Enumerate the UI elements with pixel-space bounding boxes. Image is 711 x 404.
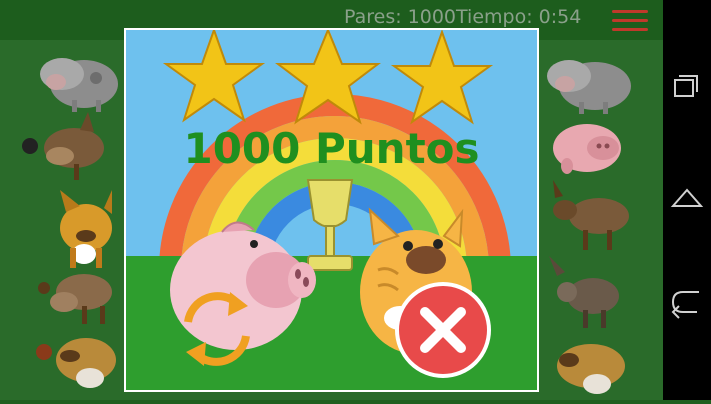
card-donkey[interactable] (22, 112, 104, 180)
system-nav-bar (663, 0, 711, 400)
status-text: Pares: 1000Tiempo: 0:54 (344, 6, 582, 28)
card-pig[interactable] (553, 124, 621, 174)
score-text: 1000 Puntos (183, 124, 480, 173)
card-dog[interactable] (36, 338, 116, 388)
card-cow[interactable] (547, 60, 631, 114)
card-dog[interactable] (557, 344, 625, 394)
menu-icon[interactable] (612, 10, 648, 32)
board-left-column (0, 40, 124, 400)
card-cow[interactable] (40, 58, 118, 112)
result-dialog: 1000 Puntos (124, 28, 539, 392)
home-icon[interactable] (670, 188, 704, 207)
card-donkey[interactable] (549, 256, 619, 328)
card-donkey[interactable] (38, 274, 112, 324)
card-donkey[interactable] (553, 180, 629, 250)
back-icon[interactable] (671, 291, 699, 319)
board-right-column (539, 40, 663, 400)
close-icon[interactable] (395, 282, 491, 378)
recent-apps-icon[interactable] (674, 75, 698, 97)
card-cat[interactable] (60, 190, 112, 268)
